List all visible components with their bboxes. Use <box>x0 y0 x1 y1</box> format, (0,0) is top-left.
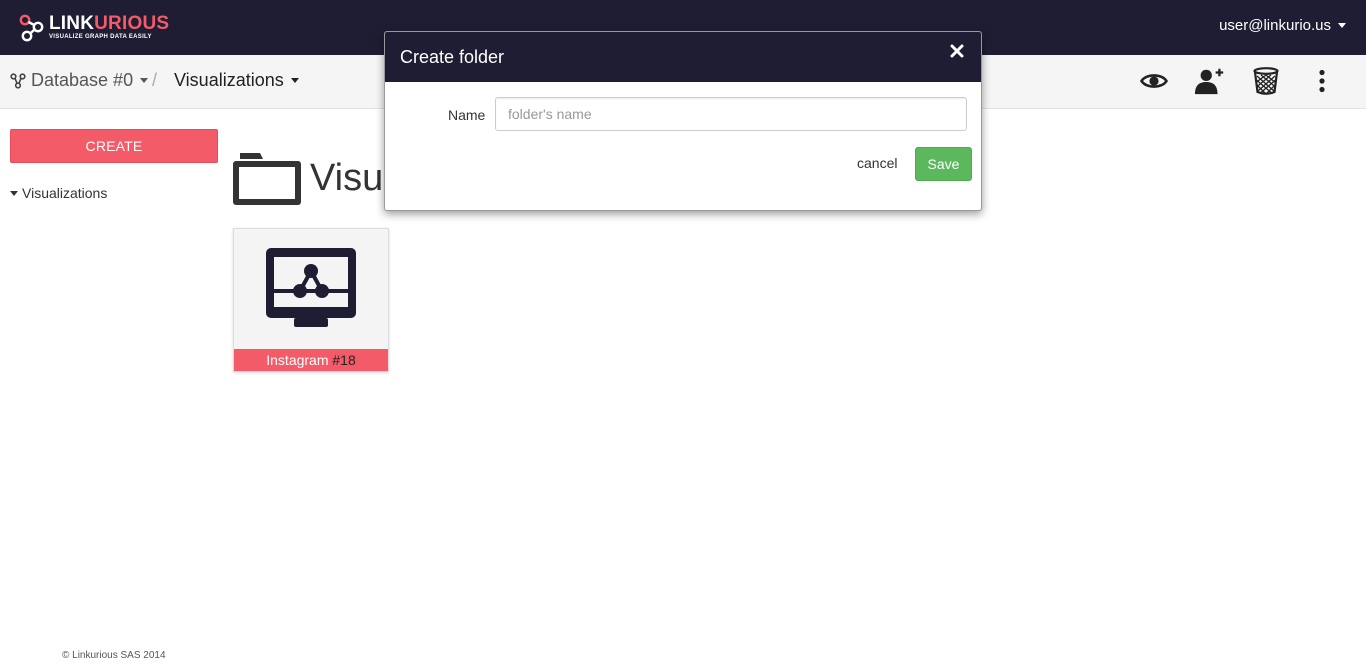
cancel-link[interactable]: cancel <box>857 155 897 171</box>
dialog-title: Create folder <box>400 47 505 67</box>
database-selector[interactable]: Database #0 <box>10 70 149 91</box>
trash-icon[interactable] <box>1250 65 1282 97</box>
visualization-monitor-icon <box>266 248 356 327</box>
logo-graph-icon <box>19 14 44 42</box>
visualization-id: #18 <box>332 352 356 368</box>
dialog-header: Create folder <box>385 32 981 82</box>
database-label: Database #0 <box>31 70 134 90</box>
sidebar-item-visualizations[interactable]: Visualizations <box>10 185 107 201</box>
close-icon[interactable] <box>947 41 967 61</box>
more-vertical-icon[interactable] <box>1306 65 1338 97</box>
visualization-card-caption: Instagram #18 <box>234 349 388 371</box>
add-user-icon[interactable] <box>1194 65 1226 97</box>
folder-name-input[interactable] <box>495 97 967 131</box>
chevron-down-icon <box>140 78 149 83</box>
save-button[interactable]: Save <box>915 147 972 181</box>
create-folder-dialog: Create folder Name cancel Save <box>384 31 982 211</box>
name-label: Name <box>448 107 486 123</box>
visualizations-selector[interactable]: Visualizations <box>174 70 299 91</box>
logo-name-accent: URIOUS <box>94 13 170 34</box>
linkurious-logo[interactable]: LINKURIOUS VISUALIZE GRAPH DATA EASILY <box>19 14 169 42</box>
logo-name-white: LINK <box>49 13 95 34</box>
graph-icon <box>10 72 26 89</box>
create-button[interactable]: CREATE <box>10 129 218 163</box>
chevron-down-icon <box>290 78 299 83</box>
folder-icon <box>233 153 301 205</box>
eye-icon[interactable] <box>1138 65 1170 97</box>
visualization-name: Instagram <box>266 352 329 368</box>
breadcrumb-separator: / <box>152 70 158 90</box>
visualization-card[interactable]: Instagram #18 <box>233 228 389 372</box>
caret-down-icon <box>10 190 18 196</box>
visualizations-label: Visualizations <box>174 70 284 90</box>
user-email: user@linkurio.us <box>1219 17 1331 34</box>
user-menu[interactable]: user@linkurio.us <box>1219 17 1346 34</box>
footer-copyright: © Linkurious SAS 2014 <box>62 650 166 661</box>
chevron-down-icon <box>1338 23 1346 28</box>
logo-tagline: VISUALIZE GRAPH DATA EASILY <box>49 34 152 40</box>
sidebar-item-label: Visualizations <box>22 185 108 201</box>
